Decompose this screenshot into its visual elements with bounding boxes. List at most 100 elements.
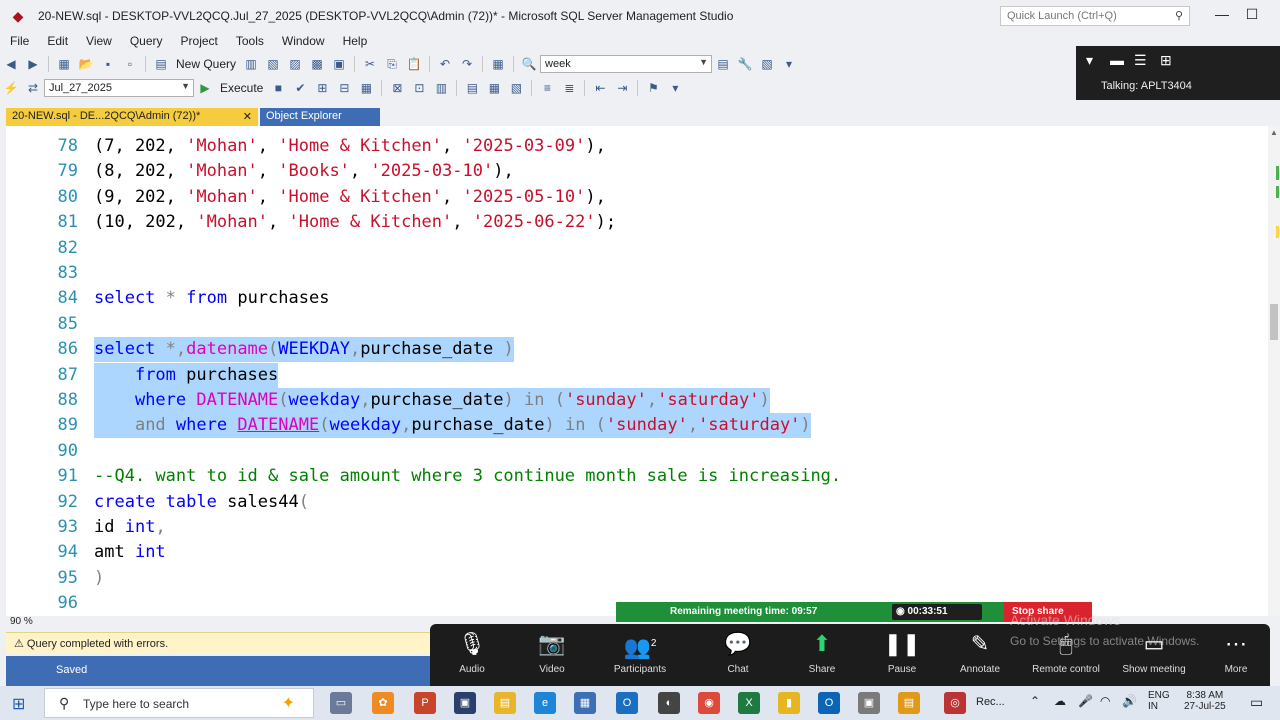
menu-file[interactable]: File [10, 34, 29, 48]
analysis-query-icon[interactable]: ▧ [265, 56, 281, 72]
video-control[interactable]: 📷 Video [510, 630, 594, 684]
menu-tools[interactable]: Tools [236, 34, 264, 48]
execute-button[interactable]: Execute [220, 81, 263, 95]
code-line[interactable]: 91 --Q4. want to id & sale amount where 3… [6, 464, 1246, 489]
paste-icon[interactable]: 📋 [406, 56, 422, 72]
database-engine-query-icon[interactable]: ▥ [243, 56, 259, 72]
new-query-button[interactable]: New Query [176, 57, 236, 71]
file-explorer-icon[interactable]: ▤ [494, 692, 516, 714]
volume-icon[interactable]: 🔊 [1122, 694, 1137, 708]
code-line[interactable]: 95) [6, 566, 1246, 591]
audio-control[interactable]: 🎙 Audio [430, 630, 514, 684]
properties-icon[interactable]: ▤ [715, 56, 731, 72]
new-query-icon[interactable]: ▤ [153, 56, 169, 72]
change-connection-icon[interactable]: ⇄ [25, 80, 41, 96]
powerpoint-icon[interactable]: P [414, 692, 436, 714]
toolbar-options-icon[interactable]: ▾ [667, 80, 683, 96]
find-combo[interactable]: week ▼ [540, 55, 713, 73]
live-stats-icon[interactable]: ⊡ [411, 80, 427, 96]
client-stats-icon[interactable]: ▥ [433, 80, 449, 96]
taskbar-search-input[interactable]: ⚲ Type here to search ✦ [44, 688, 314, 718]
mdx-query-icon[interactable]: ▨ [287, 56, 303, 72]
menu-edit[interactable]: Edit [47, 34, 68, 48]
tray-chevron-icon[interactable]: ⌃ [1030, 694, 1040, 708]
speaker-view-icon[interactable]: ☰ [1134, 52, 1147, 69]
results-to-file-icon[interactable]: ▧ [508, 80, 524, 96]
code-line[interactable]: 94 amt int [6, 540, 1246, 565]
quick-launch-input[interactable]: Quick Launch (Ctrl+Q) ⚲ [1000, 6, 1190, 26]
code-line[interactable]: 92 create table sales44( [6, 490, 1246, 515]
dropdown-icon[interactable]: ▾ [1086, 52, 1093, 69]
save-all-icon[interactable]: ▫ [122, 56, 138, 72]
query-designer-icon[interactable]: ⊟ [336, 80, 352, 96]
zoom-level[interactable]: 90 % [10, 616, 33, 627]
code-line[interactable]: 88 where DATENAME(weekday,purchase_date)… [6, 388, 1246, 413]
maximize-button[interactable]: ☐ [1238, 6, 1266, 26]
code-line[interactable]: 85 [6, 312, 1246, 337]
code-line[interactable]: 90 [6, 439, 1246, 464]
dmx-query-icon[interactable]: ▩ [309, 56, 325, 72]
language-indicator[interactable]: ENG IN [1148, 690, 1170, 712]
execute-icon[interactable]: ▶ [197, 80, 213, 96]
recorder-label[interactable]: Rec... [976, 696, 1005, 708]
menu-project[interactable]: Project [181, 34, 218, 48]
clock[interactable]: 8:38 AM 27-Jul-25 [1184, 690, 1226, 712]
specify-values-icon[interactable]: ⚑ [645, 80, 661, 96]
open-file-icon[interactable]: 📂 [78, 56, 94, 72]
database-select[interactable]: Jul_27_2025 ▼ [44, 79, 194, 97]
wrench-icon[interactable]: 🔧 [737, 56, 753, 72]
undo-icon[interactable]: ↶ [437, 56, 453, 72]
cut-icon[interactable]: ✂ [362, 56, 378, 72]
participants-control[interactable]: 👥2 Participants [598, 630, 682, 684]
notifications-icon[interactable]: ▭ [1250, 694, 1263, 711]
scroll-up-icon[interactable]: ▲ [1270, 128, 1278, 137]
network-icon[interactable]: ☁ [1054, 694, 1066, 708]
solution-explorer-icon[interactable]: ▦ [490, 56, 506, 72]
store-icon[interactable]: ▦ [574, 692, 596, 714]
save-icon[interactable]: ▪ [100, 56, 116, 72]
tab-object-explorer[interactable]: Object Explorer [260, 108, 380, 126]
windows-start-icon[interactable]: ⊞ [12, 694, 32, 713]
share-control[interactable]: ⬆ Share [780, 630, 864, 684]
code-line[interactable]: 80 (9, 202, 'Mohan', 'Home & Kitchen', '2… [6, 185, 1246, 210]
scrollbar-thumb[interactable] [1270, 304, 1278, 340]
code-line[interactable]: 93 id int, [6, 515, 1246, 540]
pause-control[interactable]: ❚❚ Pause [860, 630, 944, 684]
comment-icon[interactable]: ≡ [539, 80, 555, 96]
outlook-icon[interactable]: O [616, 692, 638, 714]
include-plan-icon[interactable]: ⊠ [389, 80, 405, 96]
intellisense-icon[interactable]: ▦ [358, 80, 374, 96]
connect-icon[interactable]: ⚡ [3, 80, 19, 96]
code-line[interactable]: 87 from purchases [6, 362, 1246, 388]
xmla-query-icon[interactable]: ▣ [331, 56, 347, 72]
forward-icon[interactable]: ▶ [25, 56, 41, 72]
ssms-icon[interactable]: ▣ [858, 692, 880, 714]
toolbox-icon[interactable]: ▧ [759, 56, 775, 72]
new-project-icon[interactable]: ▦ [56, 56, 72, 72]
code-line[interactable]: 89 and where DATENAME(weekday,purchase_d… [6, 413, 1246, 439]
results-to-text-icon[interactable]: ▤ [464, 80, 480, 96]
excel-icon[interactable]: X [738, 692, 760, 714]
wifi-icon[interactable]: ◠ [1100, 694, 1110, 708]
options-icon[interactable]: ▾ [781, 56, 797, 72]
microphone-tray-icon[interactable]: 🎤 [1078, 694, 1093, 708]
chrome-icon[interactable]: ◉ [698, 692, 720, 714]
back-icon[interactable]: ◀ [3, 56, 19, 72]
results-to-grid-icon[interactable]: ▦ [486, 80, 502, 96]
menu-help[interactable]: Help [343, 34, 368, 48]
task-view-icon[interactable]: ▭ [330, 692, 352, 714]
menu-query[interactable]: Query [130, 34, 163, 48]
menu-view[interactable]: View [86, 34, 112, 48]
sql-editor[interactable]: 78 (7, 202, 'Mohan', 'Home & Kitchen', '2… [6, 126, 1268, 616]
minimize-button[interactable]: — [1208, 6, 1236, 26]
stop-icon[interactable]: ■ [270, 80, 286, 96]
power-bi-icon[interactable]: ▮ [778, 692, 800, 714]
recorder-icon[interactable]: ◎ [944, 692, 966, 714]
code-line[interactable]: 84 select * from purchases [6, 286, 1246, 311]
copy-icon[interactable]: ⎘ [384, 56, 400, 72]
code-line[interactable]: 82 [6, 236, 1246, 261]
code-line[interactable]: 78 (7, 202, 'Mohan', 'Home & Kitchen', '2… [6, 134, 1246, 159]
tab-query-editor[interactable]: 20-NEW.sql - DE...2QCQ\Admin (72))* ✕ [6, 108, 258, 126]
find-in-files-icon[interactable]: 🔍 [521, 56, 537, 72]
menu-window[interactable]: Window [282, 34, 325, 48]
